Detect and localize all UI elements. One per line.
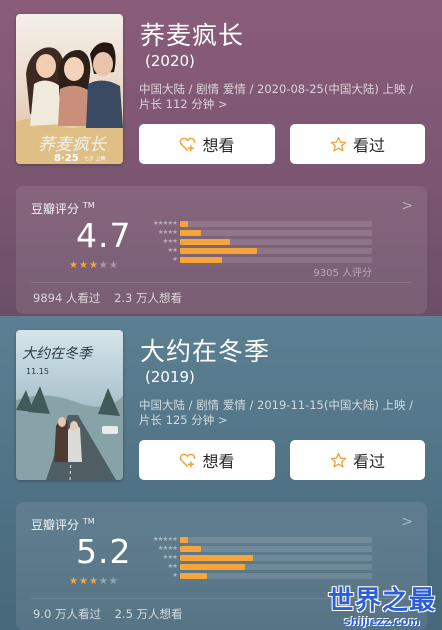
rating-stars-1: ★★★★★: [69, 260, 119, 271]
rating-star-icon: ★: [78, 260, 89, 271]
rating-score-1: 4.7: [76, 216, 132, 255]
want-count-2[interactable]: 2.5 万人想看: [115, 607, 183, 621]
rating-bar-track: [180, 248, 372, 254]
want-to-watch-button-1[interactable]: 想看: [139, 124, 275, 164]
rating-bar-label: ★★★★★: [152, 535, 178, 543]
rating-card-1[interactable]: 豆瓣评分 TM > 4.7 ★★★★★ ★★★★★ ★★★★ ★★★ ★★ ★ 9305…: [16, 186, 427, 314]
rating-bar-fill: [180, 257, 223, 263]
rating-bar-track: [180, 257, 372, 263]
seen-button-2[interactable]: 看过: [290, 440, 425, 480]
rating-bar-track: [180, 239, 372, 245]
rating-bar-fill: [180, 546, 202, 552]
heart-plus-icon: [180, 137, 196, 151]
rating-bar-label: ★★: [167, 246, 178, 254]
rating-bar-track: [180, 573, 372, 579]
rating-star-icon: ★: [88, 576, 99, 587]
rating-bar-fill: [180, 564, 246, 570]
rating-bar-fill: [180, 537, 188, 543]
movie-meta-2-line2: 片长 125 分钟 >: [139, 413, 228, 427]
watermark-small-text: shijiezz.com: [344, 615, 420, 628]
movie-meta-2[interactable]: 中国大陆 / 剧情 爱情 / 2019-11-15(中国大陆) 上映 / 片长 …: [139, 398, 434, 428]
rating-bar-label: ★★: [167, 562, 178, 570]
star-outline-icon: [330, 136, 347, 151]
rating-bar-track: [180, 564, 372, 570]
rating-star-icon: ★: [108, 260, 119, 271]
poster-1-date-suffix: 七夕 上映: [84, 155, 106, 162]
rating-stats-1: 9894 人看过 2.3 万人想看: [33, 290, 182, 306]
rating-bar-track: [180, 230, 372, 236]
rating-bar-track: [180, 221, 372, 227]
rating-bar-track: [180, 537, 372, 543]
rating-card-label-2: 豆瓣评分 TM: [31, 517, 95, 532]
want-to-watch-label-2: 想看: [202, 452, 235, 471]
want-to-watch-label-1: 想看: [202, 136, 235, 155]
movie-year-2: (2019): [145, 368, 195, 386]
want-count-1[interactable]: 2.3 万人想看: [114, 291, 182, 305]
rating-star-icon: ★: [69, 576, 79, 587]
rating-votes-1: 9305 人评分: [313, 268, 372, 279]
want-to-watch-button-2[interactable]: 想看: [139, 440, 275, 480]
heart-plus-icon: [180, 453, 196, 467]
poster-1-title-text: 荞麦疯长: [38, 135, 107, 155]
watermark-logo: 世界之最 shijiezz.com: [328, 586, 436, 628]
poster-2-date-text: 11.15: [26, 367, 49, 376]
seen-button-1[interactable]: 看过: [290, 124, 425, 164]
rating-bar-fill: [180, 230, 202, 236]
rating-bar-track: [180, 546, 372, 552]
chevron-right-icon[interactable]: >: [401, 514, 413, 530]
rating-bar-fill: [180, 248, 257, 254]
movie-title-1: 荞麦疯长: [140, 21, 245, 50]
rating-bar-label: ★★★★★: [152, 219, 178, 227]
rating-star-icon: ★: [78, 576, 89, 587]
poster-2-image: 大约在冬季 11.15: [16, 330, 123, 480]
rating-star-icon: ★: [98, 576, 109, 587]
watermark-big-text: 世界之最: [327, 586, 436, 616]
rating-star-icon: ★: [69, 260, 79, 271]
watched-count-1[interactable]: 9894 人看过: [33, 291, 100, 305]
rating-score-2: 5.2: [76, 532, 132, 571]
rating-bar-fill: [180, 239, 230, 245]
rating-bar-fill: [180, 555, 253, 561]
rating-bar-label: ★: [172, 571, 178, 579]
movie-year-1: (2020): [145, 52, 195, 70]
divider: [31, 282, 412, 283]
chevron-right-icon[interactable]: >: [401, 198, 413, 214]
movie-title-2: 大约在冬季: [140, 337, 271, 366]
rating-star-icon: ★: [98, 260, 109, 271]
rating-star-icon: ★: [108, 576, 119, 587]
movie-poster-1[interactable]: 荞麦疯长 8·25 七夕 上映: [16, 14, 123, 164]
movie-section-2: 大约在冬季 11.15 大约在冬季 (2019) 中国大陆 / 剧情 爱情 / …: [0, 316, 442, 630]
rating-bar-track: [180, 555, 372, 561]
rating-bar-label: ★★★★: [157, 228, 178, 236]
movie-meta-2-line1: 中国大陆 / 剧情 爱情 / 2019-11-15(中国大陆) 上映 /: [139, 398, 414, 412]
movie-poster-2[interactable]: 大约在冬季 11.15: [16, 330, 123, 480]
poster-1-image: 荞麦疯长 8·25 七夕 上映: [16, 14, 123, 164]
seen-label-1: 看过: [352, 136, 385, 155]
seen-label-2: 看过: [352, 452, 385, 471]
rating-bar-label: ★★★: [162, 553, 178, 561]
movie-meta-1-line2: 片长 112 分钟 >: [139, 97, 228, 111]
rating-bar-label: ★★★★: [157, 544, 178, 552]
rating-bar-label: ★★★: [162, 237, 178, 245]
watched-count-2[interactable]: 9.0 万人看过: [33, 607, 101, 621]
rating-bar-label: ★: [172, 255, 178, 263]
rating-stats-2: 9.0 万人看过 2.5 万人想看: [33, 606, 183, 622]
rating-stars-2: ★★★★★: [69, 576, 119, 587]
rating-star-icon: ★: [88, 260, 99, 271]
rating-bar-fill: [180, 573, 207, 579]
movie-section-1: 荞麦疯长 8·25 七夕 上映 荞麦疯长 (2020) 中国大陆 / 剧情 爱情…: [0, 0, 442, 316]
movie-meta-1-line1: 中国大陆 / 剧情 爱情 / 2020-08-25(中国大陆) 上映 /: [139, 82, 414, 96]
rating-card-label-1: 豆瓣评分 TM: [31, 201, 95, 216]
star-outline-icon: [330, 452, 347, 467]
poster-1-date-text: 8·25: [54, 153, 79, 164]
movie-meta-1[interactable]: 中国大陆 / 剧情 爱情 / 2020-08-25(中国大陆) 上映 / 片长 …: [139, 82, 434, 112]
rating-bar-fill: [180, 221, 188, 227]
poster-2-title-text: 大约在冬季: [22, 346, 94, 362]
